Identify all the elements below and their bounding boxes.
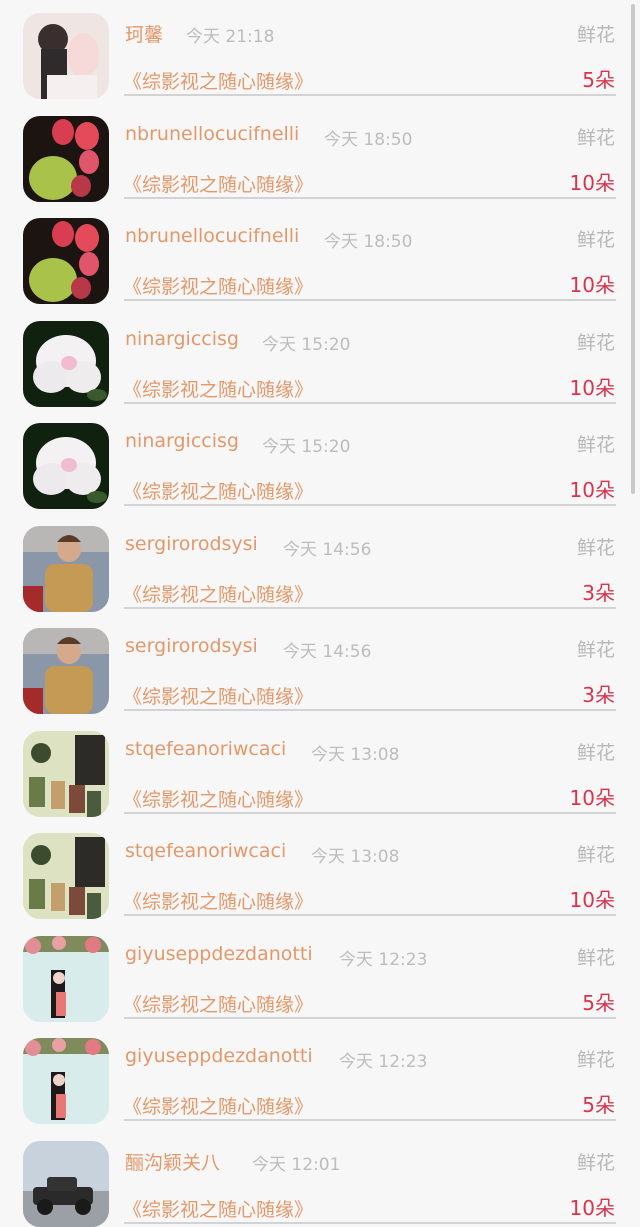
- user-name[interactable]: 酾沟颖关八: [125, 1148, 220, 1175]
- gift-type: 鲜花: [576, 331, 615, 354]
- timestamp: 今天 18:50: [324, 232, 413, 252]
- gift-record-row[interactable]: nbrunellocucifnelli 今天 18:50 鲜花 《综影视之随心随缘》 1…: [0, 63, 640, 202]
- user-name[interactable]: 珂馨: [125, 20, 163, 47]
- gift-record-row[interactable]: sergirorodsysi 今天 14:56 鲜花 《综影视之随心随缘》 3朵: [0, 575, 640, 714]
- gift-record-row[interactable]: 酾沟颖关八 今天 12:01 鲜花《综影视之随心随缘》 10朵: [0, 1088, 640, 1227]
- user-name[interactable]: nbrunellocucifnelli: [125, 225, 299, 247]
- gift-record-row[interactable]: nbrunellocucifnelli 今天 18:50 鲜花 《综影视之随心随缘》 1…: [0, 165, 640, 304]
- gift-record-row[interactable]: giyuseppdezdanotti 今天 12:23 鲜花 《综影视之随心随缘》 5朵: [0, 883, 640, 1022]
- work-title[interactable]: 《综影视之随心随缘》: [123, 1195, 313, 1222]
- user-name[interactable]: giyuseppdezdanotti: [125, 943, 313, 965]
- gift-type: 鲜花: [576, 536, 615, 559]
- gift-record-row[interactable]: 珂馨 今天 21:18 鲜花 《综影视之随心随缘》 5朵: [0, 0, 640, 99]
- timestamp: 今天 15:20: [262, 334, 351, 355]
- user-name[interactable]: stqefeanoriwcaci: [125, 840, 286, 862]
- timestamp: 今天 21:18: [186, 27, 275, 47]
- gift-count: 10朵: [569, 1195, 615, 1220]
- user-name[interactable]: giyuseppdezdanotti: [125, 1045, 313, 1067]
- gift-record-row[interactable]: ninargiccisg 今天 15:20 鲜花 《综影视之随心随缘》 10朵: [0, 370, 640, 509]
- gift-type: 鲜花: [576, 126, 615, 149]
- timestamp: 今天 18:50: [324, 129, 413, 150]
- user-name[interactable]: sergirorodsysi: [125, 635, 258, 657]
- gift-record-row[interactable]: stqefeanoriwcaci 今天 13:08 鲜花 《综影视之随心随缘》 10朵: [0, 780, 640, 919]
- timestamp: 今天 14:56: [283, 642, 372, 662]
- gift-type: 鲜花: [576, 741, 615, 764]
- timestamp: 今天 12:01: [252, 1154, 341, 1175]
- gift-type: 鲜花: [576, 24, 615, 46]
- timestamp: 今天 13:08: [311, 744, 400, 765]
- gift-type: 鲜花: [576, 434, 615, 456]
- divider: [124, 1221, 616, 1224]
- gift-type: 鲜花: [576, 229, 615, 251]
- gift-type: 鲜花: [576, 844, 615, 866]
- user-name[interactable]: ninargiccisg: [125, 430, 239, 452]
- gift-record-row[interactable]: stqefeanoriwcaci 今天 13:08 鲜花 《综影视之随心随缘》 10朵: [0, 678, 640, 817]
- gift-type: 鲜花: [576, 946, 615, 969]
- gift-record-row[interactable]: giyuseppdezdanotti 今天 12:23 鲜花 《综影视之随心随缘》 5朵: [0, 985, 640, 1124]
- user-name[interactable]: ninargiccisg: [125, 328, 239, 350]
- gift-type: 鲜花: [576, 1151, 615, 1174]
- gift-type: 鲜花: [576, 1049, 615, 1071]
- timestamp: 今天 13:08: [311, 847, 400, 867]
- avatar-vintage-car: [23, 1140, 109, 1227]
- avatar[interactable]: [23, 1140, 109, 1227]
- timestamp: 今天 12:23: [339, 1052, 428, 1072]
- gift-record-list: 珂馨 今天 21:18 鲜花 《综影视之随心随缘》 5朵 nbrunellocucifne…: [0, 0, 640, 1227]
- user-name[interactable]: nbrunellocucifnelli: [125, 123, 299, 145]
- user-name[interactable]: sergirorodsysi: [125, 533, 258, 555]
- gift-record-row[interactable]: ninargiccisg 今天 15:20 鲜花 《综影视之随心随缘》 10朵: [0, 268, 640, 407]
- scrollbar[interactable]: [631, 4, 635, 494]
- timestamp: 今天 12:23: [339, 949, 428, 970]
- gift-record-row[interactable]: sergirorodsysi 今天 14:56 鲜花 《综影视之随心随缘》 3朵: [0, 473, 640, 612]
- user-name[interactable]: stqefeanoriwcaci: [125, 738, 286, 760]
- timestamp: 今天 14:56: [283, 539, 372, 560]
- timestamp: 今天 15:20: [262, 437, 351, 457]
- gift-type: 鲜花: [576, 639, 615, 661]
